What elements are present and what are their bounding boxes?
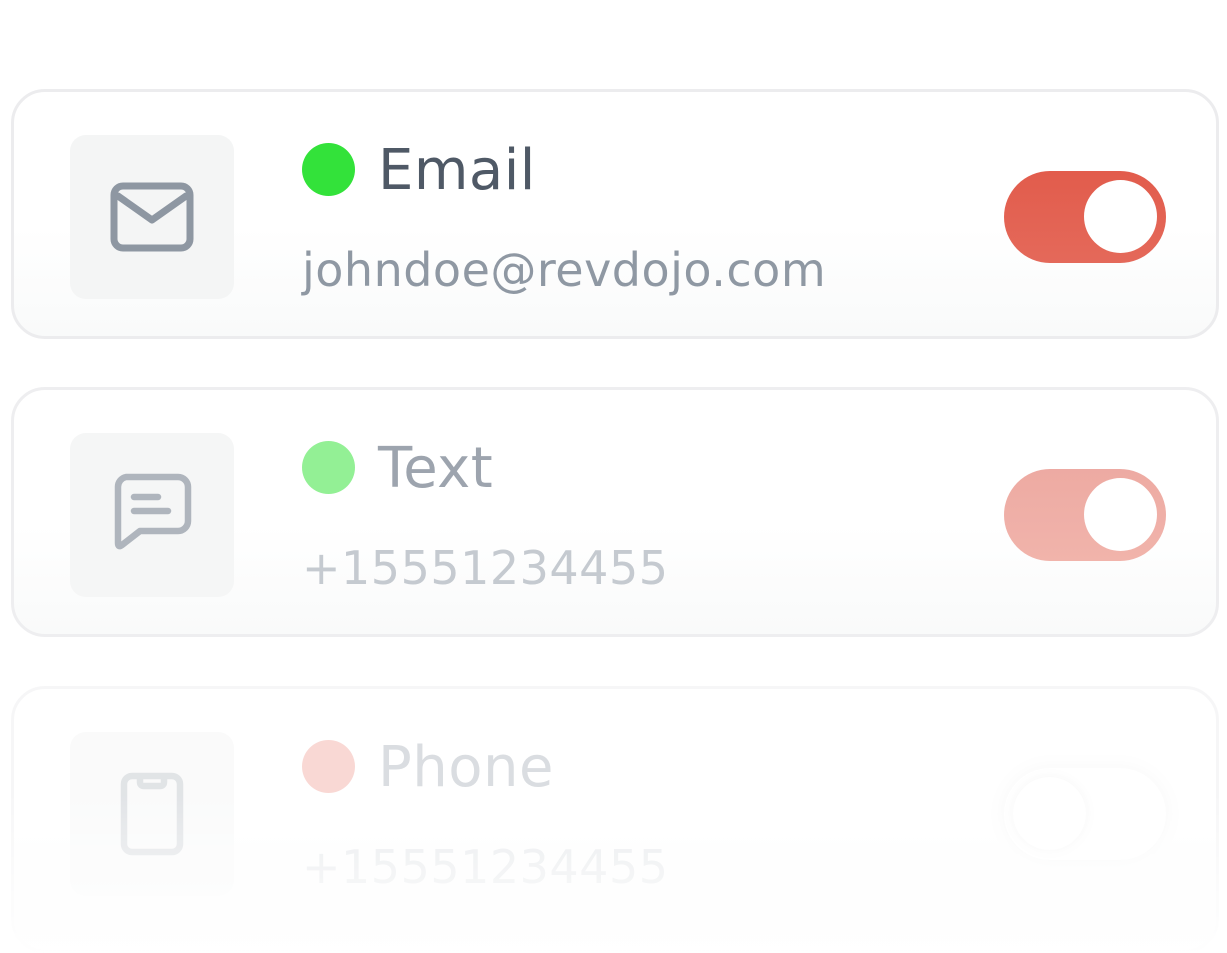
channel-title: Phone bbox=[378, 735, 554, 800]
channel-card-text: Text +15551234455 bbox=[11, 387, 1219, 637]
envelope-icon bbox=[70, 135, 234, 299]
status-dot bbox=[302, 740, 355, 793]
toggle-knob bbox=[1084, 478, 1157, 551]
email-toggle[interactable] bbox=[1004, 171, 1166, 263]
channel-card-email: Email johndoe@revdojo.com bbox=[11, 89, 1219, 339]
phone-toggle[interactable] bbox=[1004, 768, 1166, 860]
message-icon bbox=[70, 433, 234, 597]
phone-icon bbox=[70, 732, 234, 896]
notification-channels-panel: Email johndoe@revdojo.com Text +15551234… bbox=[0, 0, 1227, 953]
toggle-knob bbox=[1084, 180, 1157, 253]
channel-value: +15551234455 bbox=[302, 840, 669, 894]
toggle-knob bbox=[1013, 777, 1086, 850]
channel-card-phone: Phone +15551234455 bbox=[10, 686, 1220, 953]
channel-value: johndoe@revdojo.com bbox=[302, 243, 827, 297]
channel-title: Email bbox=[378, 138, 536, 203]
channel-title: Text bbox=[378, 436, 494, 501]
status-dot bbox=[302, 143, 355, 196]
text-toggle[interactable] bbox=[1004, 469, 1166, 561]
status-dot bbox=[302, 441, 355, 494]
channel-value: +15551234455 bbox=[302, 541, 669, 595]
